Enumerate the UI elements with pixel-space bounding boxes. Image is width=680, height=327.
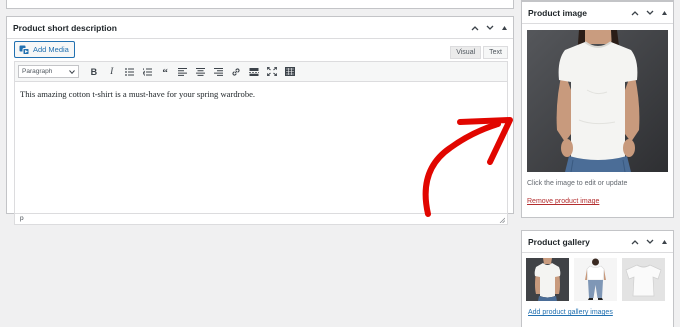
- chevron-up-icon[interactable]: [631, 239, 639, 245]
- bold-icon[interactable]: B: [85, 65, 103, 79]
- blockquote-icon[interactable]: “: [156, 65, 174, 79]
- tab-visual[interactable]: Visual: [450, 46, 482, 59]
- previous-metabox-edge: [6, 0, 514, 9]
- chevron-down-icon[interactable]: [646, 10, 654, 16]
- resize-handle-icon[interactable]: [499, 217, 505, 223]
- collapse-toggle-icon[interactable]: [661, 10, 668, 16]
- bullet-list-icon[interactable]: [121, 65, 139, 79]
- product-image-hint: Click the image to edit or update: [527, 180, 628, 187]
- product-gallery-metabox: Product gallery Add product gallery imag…: [521, 230, 674, 327]
- format-select[interactable]: Paragraph: [18, 65, 79, 78]
- chevron-up-icon[interactable]: [631, 10, 639, 16]
- chevron-down-icon: [69, 69, 75, 74]
- add-media-label: Add Media: [33, 45, 69, 54]
- gallery-thumbnail[interactable]: [574, 258, 617, 301]
- gallery-thumbnail[interactable]: [622, 258, 665, 301]
- link-icon[interactable]: [227, 65, 245, 79]
- italic-icon[interactable]: I: [103, 65, 121, 79]
- editor-status-path: p: [15, 213, 507, 224]
- chevron-down-icon[interactable]: [486, 25, 494, 31]
- tab-text[interactable]: Text: [483, 46, 508, 59]
- product-image-metabox: Product image Click the image to edit or…: [521, 1, 674, 218]
- chevron-down-icon[interactable]: [646, 239, 654, 245]
- align-left-icon[interactable]: [174, 65, 192, 79]
- metabox-header: Product gallery: [522, 231, 673, 253]
- media-icon: [19, 45, 30, 55]
- metabox-title: Product image: [528, 7, 588, 18]
- align-right-icon[interactable]: [210, 65, 228, 79]
- metabox-header: Product image: [522, 2, 673, 24]
- read-more-icon[interactable]: [245, 65, 263, 79]
- chevron-up-icon[interactable]: [471, 25, 479, 31]
- add-gallery-images-link[interactable]: Add product gallery images: [528, 309, 613, 316]
- editor-toolbar: Paragraph B I “: [15, 62, 507, 82]
- format-select-value: Paragraph: [22, 68, 53, 75]
- short-description-metabox: Product short description Add Media Visu…: [6, 16, 514, 225]
- gallery-thumbnail[interactable]: [526, 258, 569, 301]
- collapse-toggle-icon[interactable]: [661, 239, 668, 245]
- numbered-list-icon[interactable]: [138, 65, 156, 79]
- metabox-title: Product short description: [13, 22, 117, 33]
- remove-product-image-link[interactable]: Remove product image: [527, 198, 599, 205]
- align-center-icon[interactable]: [192, 65, 210, 79]
- toolbar-toggle-icon[interactable]: [281, 65, 299, 79]
- fullscreen-icon[interactable]: [263, 65, 281, 79]
- collapse-toggle-icon[interactable]: [501, 25, 508, 31]
- add-media-button[interactable]: Add Media: [14, 41, 75, 58]
- editor-content[interactable]: This amazing cotton t-shirt is a must-ha…: [15, 82, 507, 106]
- metabox-title: Product gallery: [528, 236, 590, 247]
- metabox-header: Product short description: [7, 17, 513, 39]
- rich-text-editor: Paragraph B I “ This amazing cotton t-sh…: [14, 61, 508, 225]
- product-image[interactable]: [527, 30, 668, 172]
